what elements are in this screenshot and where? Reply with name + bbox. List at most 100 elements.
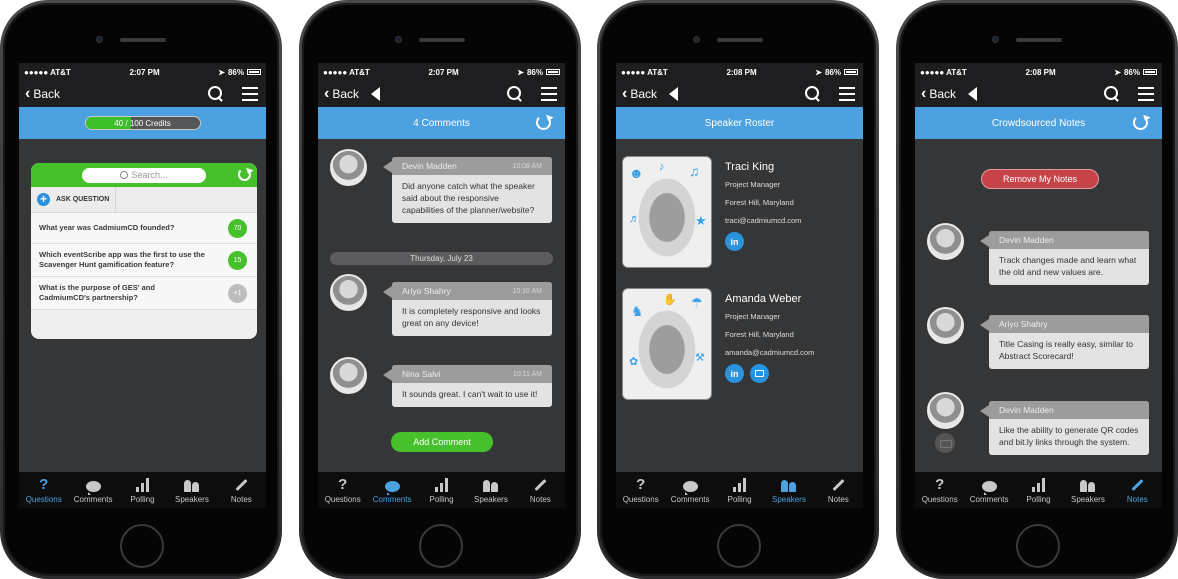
tab-label: Speakers — [474, 495, 508, 504]
home-button[interactable] — [717, 524, 761, 568]
tab-label: Questions — [25, 495, 62, 504]
previous-triangle-icon[interactable] — [669, 87, 679, 101]
question-row[interactable]: Which eventScribe app was the first to u… — [31, 244, 257, 277]
tab-comments[interactable]: Comments — [367, 472, 416, 508]
question-row[interactable]: What is the purpose of GES' and CadmiumC… — [31, 277, 257, 310]
search-icon[interactable] — [208, 86, 224, 102]
screen-notes: ●●●●● AT&T 2:08 PM ➤ 86% ‹ Back Crowdsourc… — [915, 63, 1162, 508]
home-button[interactable] — [120, 524, 164, 568]
vote-badge[interactable]: 15 — [228, 250, 247, 270]
refresh-icon[interactable] — [536, 115, 551, 130]
menu-icon[interactable] — [1138, 87, 1154, 101]
tab-questions[interactable]: ? Questions — [616, 472, 665, 508]
refresh-icon[interactable] — [238, 168, 251, 181]
note-author: Devin Madden — [999, 405, 1054, 415]
chevron-left-icon: ‹ — [921, 85, 927, 102]
speaker-name: Amanda Weber — [725, 293, 802, 305]
speaker-links: in — [725, 232, 801, 251]
status-bar: ●●●●● AT&T 2:07 PM ➤ 86% — [318, 63, 565, 81]
ask-question-button[interactable]: + ASK QUESTION — [31, 187, 117, 212]
tab-notes[interactable]: Notes — [217, 472, 266, 508]
back-button[interactable]: ‹ Back — [921, 86, 956, 102]
back-label: Back — [33, 87, 61, 101]
tab-questions[interactable]: ? Questions — [915, 472, 964, 508]
camera-icon — [693, 36, 700, 43]
tab-polling[interactable]: Polling — [118, 472, 167, 508]
earpiece — [419, 38, 465, 42]
page-title: 4 Comments — [413, 117, 470, 129]
linkedin-icon[interactable]: in — [725, 364, 744, 383]
search-icon[interactable] — [805, 86, 821, 102]
comment-author: Devin Madden — [402, 161, 457, 171]
vote-badge[interactable]: 70 — [228, 218, 247, 238]
question-icon: ? — [39, 476, 49, 493]
tab-comments[interactable]: Comments — [964, 472, 1013, 508]
tab-comments[interactable]: Comments — [68, 472, 117, 508]
page-title: Speaker Roster — [704, 117, 775, 129]
tab-bar: ? Questions Comments Polling Speakers Not… — [19, 472, 266, 508]
menu-icon[interactable] — [541, 87, 557, 101]
tab-polling[interactable]: Polling — [715, 472, 764, 508]
presentation-icon[interactable] — [750, 364, 769, 383]
tab-polling[interactable]: Polling — [417, 472, 466, 508]
battery-percent: 86% — [526, 67, 543, 77]
question-row[interactable]: What year was CadmiumCD founded? 70 — [31, 213, 257, 244]
search-placeholder: Search... — [131, 170, 168, 180]
tab-speakers[interactable]: Speakers — [466, 472, 515, 508]
nav-bar: ‹ Back — [318, 81, 565, 107]
speaker-card[interactable]: ♞ ✋ ☂ ✿ ⚒ Amanda Weber Project Manager F… — [616, 288, 863, 408]
tab-questions[interactable]: ? Questions — [19, 472, 68, 508]
plus-icon: + — [37, 193, 50, 206]
note-bubble: Devin Madden Like the ability to generat… — [980, 401, 1149, 455]
clock: 2:08 PM — [1025, 67, 1056, 77]
comment-header: Devin Madden 10:08 AM — [392, 157, 552, 175]
tab-speakers[interactable]: Speakers — [764, 472, 813, 508]
tab-questions[interactable]: ? Questions — [318, 472, 367, 508]
back-button[interactable]: ‹ Back — [622, 86, 657, 102]
carrier: ●●●●● AT&T — [621, 67, 668, 77]
carrier: ●●●●● AT&T — [920, 67, 967, 77]
previous-triangle-icon[interactable] — [968, 87, 978, 101]
tab-label: Questions — [324, 495, 361, 504]
speaker-email[interactable]: amanda@cadmiumcd.com — [725, 348, 814, 357]
linkedin-icon[interactable]: in — [725, 232, 744, 251]
home-button[interactable] — [1016, 524, 1060, 568]
battery-icon — [844, 69, 858, 75]
vote-badge[interactable]: +1 — [228, 283, 247, 303]
battery-icon — [1143, 69, 1157, 75]
speaker-card[interactable]: ☻ ♪ ♫ ♬ ★ Traci King Project Manager For… — [616, 156, 863, 276]
back-button[interactable]: ‹ Back — [324, 86, 359, 102]
comment-text: Did anyone catch what the speaker said a… — [402, 181, 535, 215]
earpiece — [717, 38, 763, 42]
drama-masks-icon: ☻ — [629, 165, 644, 181]
search-icon[interactable] — [507, 86, 523, 102]
tab-comments[interactable]: Comments — [665, 472, 714, 508]
tab-speakers[interactable]: Speakers — [167, 472, 216, 508]
search-input[interactable]: Search... — [82, 167, 206, 183]
speaker-name: Traci King — [725, 161, 775, 173]
location-icon: ➤ — [218, 67, 225, 77]
menu-icon[interactable] — [839, 87, 855, 101]
home-button[interactable] — [419, 524, 463, 568]
clock: 2:08 PM — [726, 67, 757, 77]
search-icon[interactable] — [1104, 86, 1120, 102]
add-comment-button[interactable]: Add Comment — [391, 432, 493, 452]
keyboard-icon[interactable] — [935, 433, 955, 453]
comment-time: 10:10 AM — [512, 287, 542, 295]
menu-icon[interactable] — [242, 87, 258, 101]
back-button[interactable]: ‹ Back — [25, 86, 60, 102]
remove-my-notes-button[interactable]: Remove My Notes — [981, 169, 1099, 189]
note-header: Devin Madden — [989, 401, 1149, 419]
refresh-icon[interactable] — [1133, 115, 1148, 130]
earpiece — [1016, 38, 1062, 42]
tab-speakers[interactable]: Speakers — [1063, 472, 1112, 508]
previous-triangle-icon[interactable] — [371, 87, 381, 101]
tab-notes[interactable]: Notes — [814, 472, 863, 508]
tab-notes[interactable]: Notes — [1113, 472, 1162, 508]
tab-polling[interactable]: Polling — [1014, 472, 1063, 508]
avatar — [330, 274, 367, 311]
note-text: Like the ability to generate QR codes an… — [999, 425, 1139, 447]
nav-bar: ‹ Back — [19, 81, 266, 107]
tab-notes[interactable]: Notes — [516, 472, 565, 508]
speaker-email[interactable]: traci@cadmiumcd.com — [725, 216, 801, 225]
